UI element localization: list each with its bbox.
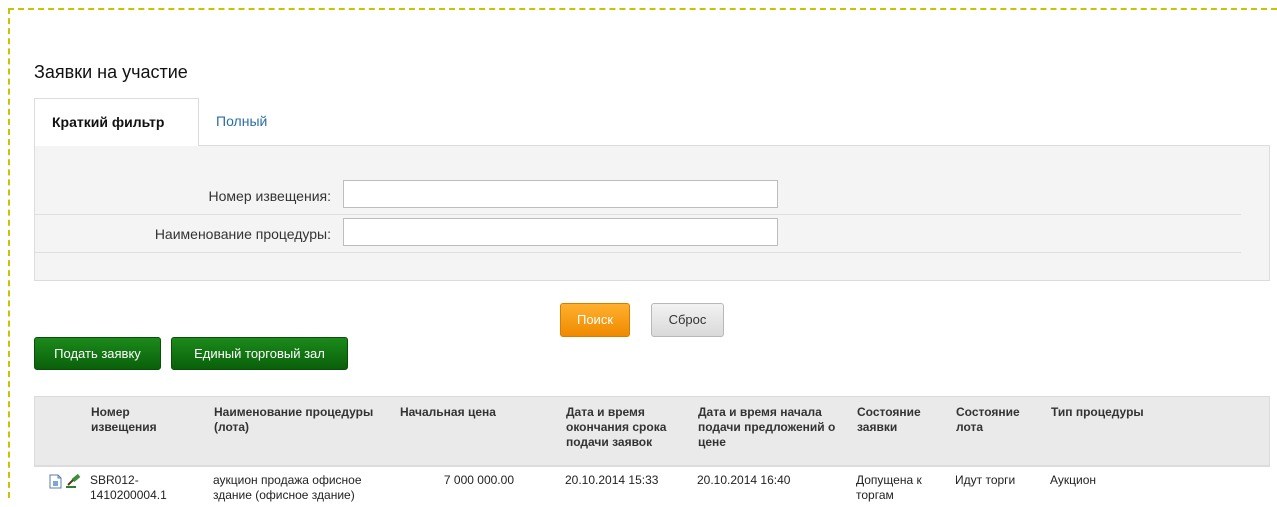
header-application-status[interactable]: Состояние заявки <box>857 405 942 435</box>
header-procedure-name[interactable]: Наименование процедуры (лота) <box>214 405 394 435</box>
notice-number-label: Номер извещения: <box>208 188 331 204</box>
filter-row-notice: Номер извещения: <box>35 176 1241 215</box>
page-title: Заявки на участие <box>34 62 188 82</box>
trading-hall-button[interactable]: Единый торговый зал <box>171 337 348 370</box>
submit-application-button[interactable]: Подать заявку <box>34 337 161 370</box>
dashed-border-top <box>8 8 1277 10</box>
row-lot-status: Идут торги <box>955 473 1016 487</box>
filter-panel: Номер извещения: Наименование процедуры: <box>34 145 1270 281</box>
header-notice-number[interactable]: Номер извещения <box>91 405 186 435</box>
reset-button[interactable]: Сброс <box>651 303 724 337</box>
row-bid-start: 20.10.2014 16:40 <box>697 473 791 487</box>
table-row: SBR012-1410200004.1 аукцион продажа офис… <box>34 466 1270 507</box>
row-start-price: 7 000 000.00 <box>443 473 514 487</box>
hammer-icon[interactable] <box>65 473 83 489</box>
document-icon[interactable] <box>49 474 62 489</box>
row-procedure-name: аукцион продажа офисное здание (офисное … <box>213 473 362 502</box>
tab-short-filter[interactable]: Краткий фильтр <box>34 98 199 146</box>
header-procedure-type[interactable]: Тип процедуры <box>1051 405 1201 420</box>
filter-row-procedure: Наименование процедуры: <box>35 214 1241 253</box>
dashed-border-left <box>8 8 10 498</box>
header-bid-start[interactable]: Дата и время начала подачи предложений о… <box>698 405 843 450</box>
tab-full-filter[interactable]: Полный фильтр <box>199 98 284 175</box>
row-application-status: Допущена к торгам <box>856 473 922 502</box>
row-application-deadline: 20.10.2014 15:33 <box>565 473 659 487</box>
header-lot-status[interactable]: Состояние лота <box>956 405 1041 435</box>
notice-number-input[interactable] <box>343 180 778 208</box>
procedure-name-input[interactable] <box>343 218 778 246</box>
row-notice-number[interactable]: SBR012-1410200004.1 <box>90 473 190 503</box>
header-application-deadline[interactable]: Дата и время окончания срока подачи заяв… <box>566 405 686 450</box>
table-header: Номер извещения Наименование процедуры (… <box>34 396 1270 466</box>
search-button[interactable]: Поиск <box>560 303 630 337</box>
header-start-price[interactable]: Начальная цена <box>400 405 530 420</box>
procedure-name-label: Наименование процедуры: <box>154 226 331 242</box>
row-procedure-type: Аукцион <box>1050 473 1096 487</box>
